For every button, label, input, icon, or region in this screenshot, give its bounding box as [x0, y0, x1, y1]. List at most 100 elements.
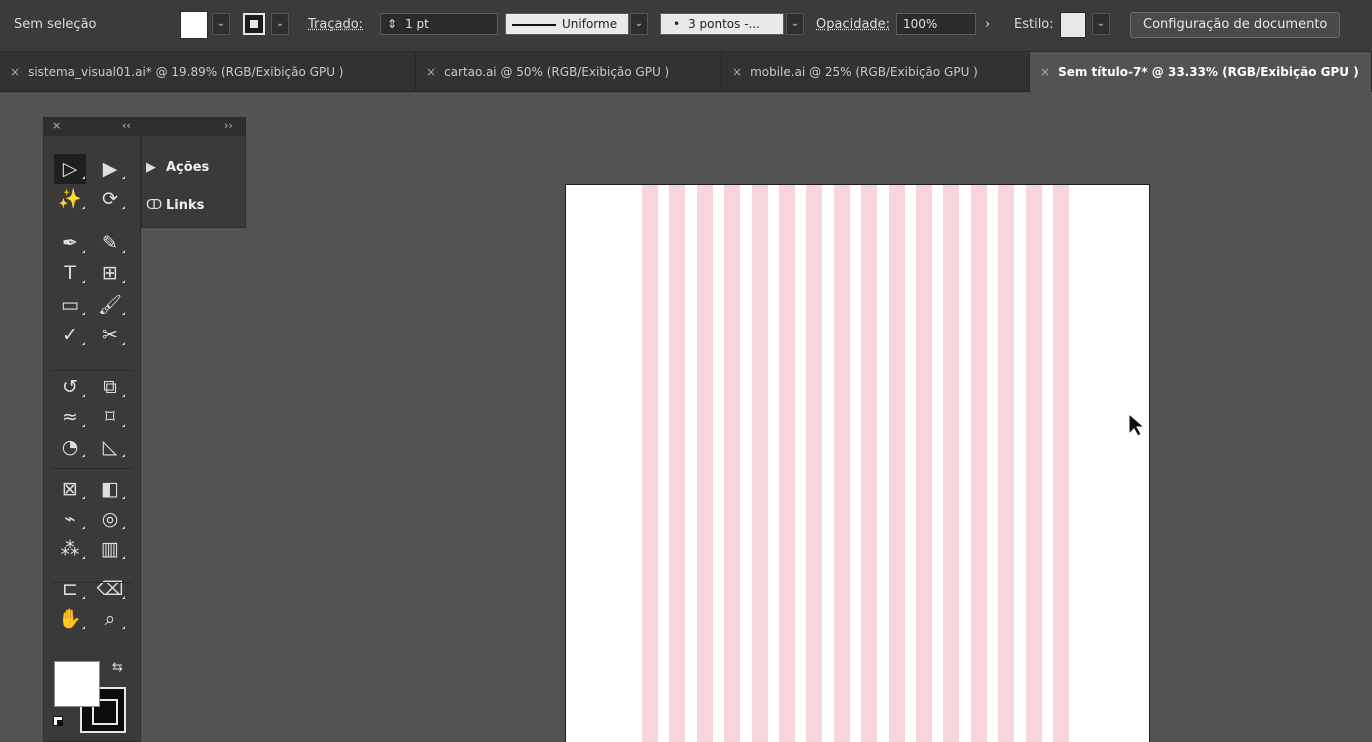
- tab-sem-titulo[interactable]: × Sem título-7* @ 33.33% (RGB/Exibição GP…: [1030, 52, 1372, 92]
- panel-item-links[interactable]: ↀ Links: [146, 194, 204, 218]
- tab-label: mobile.ai @ 25% (RGB/Exibição GPU ): [750, 65, 978, 79]
- rectangle-tool[interactable]: ▭: [54, 290, 86, 320]
- scissors-tool[interactable]: ✂: [94, 320, 126, 350]
- grid-column: [888, 185, 905, 742]
- stepper-icon[interactable]: ⇕: [387, 17, 397, 31]
- stroke-profile-dropdown[interactable]: ⌄: [630, 13, 648, 35]
- fill-dropdown[interactable]: ⌄: [212, 13, 230, 35]
- perspective-grid-tool[interactable]: ◺: [94, 432, 126, 462]
- close-icon[interactable]: ×: [732, 65, 742, 79]
- hand-tool[interactable]: ✋: [54, 604, 86, 634]
- expand-icon[interactable]: ››: [224, 119, 233, 132]
- opacity-label[interactable]: Opacidade:: [816, 17, 890, 32]
- control-bar: Sem seleção ⌄ ⌄ Traçado: ⇕ 1 pt Uniforme …: [0, 0, 1372, 52]
- grid-column: [970, 185, 987, 742]
- collapse-icon[interactable]: ‹‹: [122, 119, 131, 132]
- style-swatch[interactable]: [1060, 12, 1086, 38]
- chevron-right-icon[interactable]: ›: [985, 17, 990, 32]
- close-icon[interactable]: ×: [426, 65, 436, 79]
- stroke-dropdown[interactable]: ⌄: [271, 13, 289, 35]
- default-colors-icon[interactable]: [53, 716, 63, 726]
- zoom-tool[interactable]: ⌕: [94, 604, 126, 634]
- table-tool[interactable]: ⊞: [94, 258, 126, 288]
- play-icon: ▶: [146, 160, 156, 175]
- fill-color-box[interactable]: [54, 661, 100, 707]
- eraser-tool[interactable]: ⌫: [94, 574, 126, 604]
- panel-item-acoes[interactable]: ▶ Ações: [146, 156, 209, 180]
- grid-column: [806, 185, 823, 742]
- eyedropper-tool[interactable]: ⌁: [54, 504, 86, 534]
- paintbrush-tool[interactable]: 🖌: [94, 290, 126, 320]
- selection-status: Sem seleção: [14, 17, 97, 32]
- grid-column: [724, 185, 741, 742]
- stroke-profile-value: Uniforme: [562, 17, 618, 31]
- tools-panel-header[interactable]: × ‹‹: [44, 118, 140, 136]
- style-label: Estilo:: [1014, 17, 1054, 32]
- grid-column: [833, 185, 850, 742]
- artboard[interactable]: [565, 184, 1150, 742]
- symbol-sprayer-tool[interactable]: ⁂: [54, 534, 86, 564]
- grid-column: [696, 185, 713, 742]
- grid-column: [861, 185, 878, 742]
- shape-builder-tool[interactable]: ◔: [54, 432, 86, 462]
- selection-tool[interactable]: ▷: [54, 154, 86, 184]
- document-setup-button[interactable]: Configuração de documento: [1130, 12, 1341, 38]
- tab-label: sistema_visual01.ai* @ 19.89% (RGB/Exibi…: [28, 65, 344, 79]
- style-dropdown[interactable]: ⌄: [1092, 13, 1110, 35]
- stroke-weight-value: 1 pt: [405, 17, 429, 31]
- brush-value: 3 pontos -...: [688, 17, 760, 31]
- tab-sistema-visual[interactable]: × sistema_visual01.ai* @ 19.89% (RGB/Exib…: [0, 52, 416, 92]
- tools-panel: × ‹‹ ▷ ▶ ✨ ⟳ ✒ ✎ T ⊞ ▭ 🖌 ✓ ✂ ↺ ⧉ ≈ ⌑ ◔ ◺ ⊠ ◧ ⌁ ◎ ⁂ ▥ ⊏ ⌫ ✋ ⌕ ⇆: [43, 117, 141, 742]
- divider: [52, 370, 132, 371]
- grid-column: [1053, 185, 1069, 742]
- close-icon[interactable]: ×: [1040, 65, 1050, 79]
- stroke-label[interactable]: Traçado:: [308, 17, 363, 32]
- document-tabs: × sistema_visual01.ai* @ 19.89% (RGB/Exib…: [0, 52, 1372, 92]
- close-icon[interactable]: ×: [52, 119, 61, 132]
- free-transform-tool[interactable]: ⌑: [94, 402, 126, 432]
- blend-tool[interactable]: ◎: [94, 504, 126, 534]
- tab-mobile[interactable]: × mobile.ai @ 25% (RGB/Exibição GPU ): [722, 52, 1030, 92]
- shaper-tool[interactable]: ✓: [54, 320, 86, 350]
- width-tool[interactable]: ≈: [54, 402, 86, 432]
- brush-field[interactable]: • 3 pontos -...: [660, 13, 784, 35]
- panel-item-label: Ações: [166, 160, 210, 175]
- arrow-cursor-icon: [1128, 412, 1146, 437]
- type-tool[interactable]: T: [54, 258, 86, 288]
- mesh-tool[interactable]: ⊠: [54, 474, 86, 504]
- column-graph-tool[interactable]: ▥: [94, 534, 126, 564]
- swap-icon[interactable]: ⇆: [112, 660, 123, 675]
- stroke-weight-field[interactable]: ⇕ 1 pt: [380, 13, 498, 35]
- stroke-swatch[interactable]: [243, 13, 265, 35]
- curvature-tool[interactable]: ✎: [94, 228, 126, 258]
- scale-tool[interactable]: ⧉: [94, 372, 126, 402]
- grid-column: [998, 185, 1015, 742]
- close-icon[interactable]: ×: [10, 65, 20, 79]
- grid-column: [751, 185, 768, 742]
- divider: [52, 468, 132, 469]
- opacity-field[interactable]: 100%: [896, 13, 976, 35]
- direct-selection-tool[interactable]: ▶: [94, 154, 126, 184]
- grid-column: [943, 185, 960, 742]
- opacity-value: 100%: [903, 17, 938, 31]
- panel-header[interactable]: ››: [142, 118, 245, 136]
- grid-column: [669, 185, 686, 742]
- tab-cartao[interactable]: × cartao.ai @ 50% (RGB/Exibição GPU ): [416, 52, 722, 92]
- grid-column: [916, 185, 932, 742]
- lasso-tool[interactable]: ⟳: [94, 184, 126, 214]
- gradient-tool[interactable]: ◧: [94, 474, 126, 504]
- brush-dropdown[interactable]: ⌄: [786, 13, 804, 35]
- magic-wand-tool[interactable]: ✨: [54, 184, 86, 214]
- grid-column: [779, 185, 795, 742]
- tab-label: cartao.ai @ 50% (RGB/Exibição GPU ): [444, 65, 670, 79]
- artboard-tool[interactable]: ⊏: [54, 574, 86, 604]
- pen-tool[interactable]: ✒: [54, 228, 86, 258]
- divider: [52, 582, 132, 583]
- panel-item-label: Links: [166, 198, 205, 213]
- tab-label: Sem título-7* @ 33.33% (RGB/Exibição GPU…: [1058, 65, 1359, 79]
- grid-column: [642, 185, 658, 742]
- stroke-profile-field[interactable]: Uniforme: [505, 13, 629, 35]
- fill-swatch[interactable]: [180, 11, 208, 39]
- rotate-tool[interactable]: ↺: [54, 372, 86, 402]
- line-icon: [512, 23, 556, 26]
